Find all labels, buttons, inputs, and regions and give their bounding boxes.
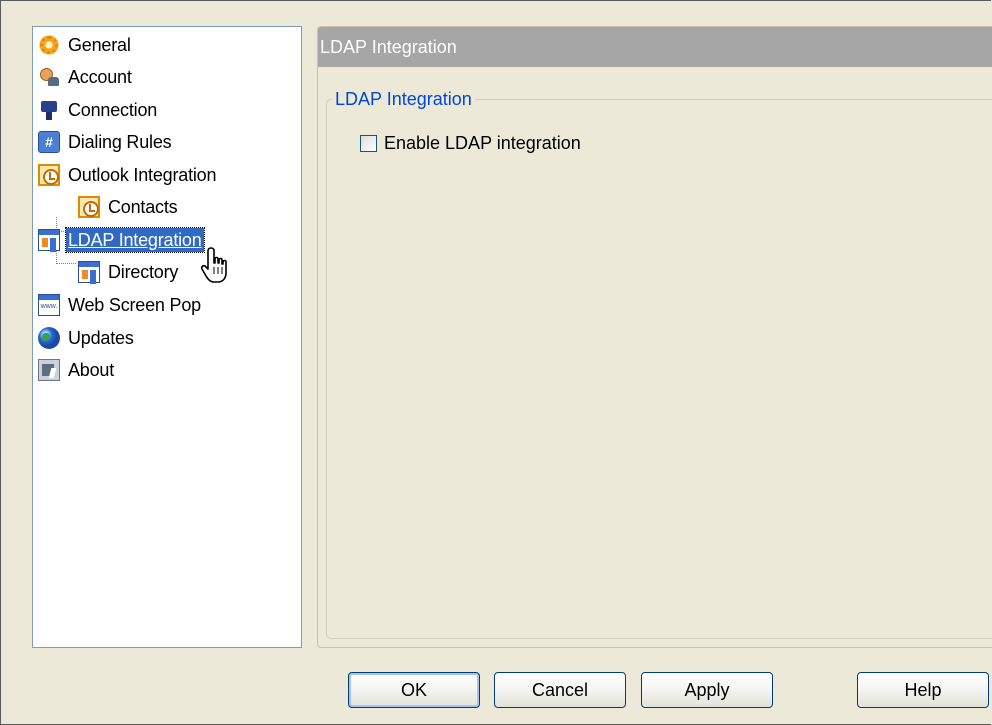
tree-item-contacts[interactable]: Contacts — [78, 193, 179, 221]
tree-item-label: Updates — [68, 328, 134, 348]
tree-item-label: Outlook Integration — [68, 165, 217, 185]
ok-button[interactable]: OK — [348, 672, 480, 708]
tree-item-label: Connection — [68, 100, 158, 120]
tree-item-about[interactable]: About — [38, 356, 116, 384]
tree-item-label: Directory — [108, 262, 179, 282]
account-icon — [38, 66, 60, 88]
ldap-directory-icon — [38, 229, 60, 251]
tree-item-general[interactable]: General — [38, 31, 133, 59]
ldap-directory-icon — [78, 261, 100, 283]
tree-item-label: Account — [68, 67, 132, 87]
outlook-clock-icon — [38, 164, 60, 186]
help-button[interactable]: Help — [857, 672, 989, 708]
tree-item-directory[interactable]: Directory — [78, 258, 180, 286]
tree-item-web-screen-pop[interactable]: www. Web Screen Pop — [38, 291, 203, 319]
tree-item-account[interactable]: Account — [38, 63, 134, 91]
hand-cursor-icon — [200, 247, 227, 283]
groupbox-title: LDAP Integration — [332, 86, 475, 112]
tree-item-updates[interactable]: Updates — [38, 324, 136, 352]
panel-header: LDAP Integration — [318, 27, 992, 67]
enable-ldap-checkbox[interactable] — [360, 134, 377, 152]
settings-content-panel: LDAP Integration LDAP Integration Enable… — [317, 26, 992, 648]
tree-item-label: About — [68, 360, 115, 380]
tree-item-ldap-integration[interactable]: LDAP Integration — [38, 226, 205, 254]
ldap-groupbox — [326, 99, 992, 639]
tree-item-label: Web Screen Pop — [68, 295, 201, 315]
apply-button[interactable]: Apply — [641, 672, 773, 708]
web-page-icon: www. — [38, 294, 60, 316]
gear-icon — [38, 34, 60, 56]
about-icon — [38, 359, 60, 381]
dialing-rules-icon: # — [38, 131, 60, 153]
tree-item-connection[interactable]: Connection — [38, 96, 159, 124]
outlook-clock-icon — [78, 196, 100, 218]
tree-item-label: General — [68, 35, 131, 55]
tree-item-label: Dialing Rules — [68, 132, 172, 152]
enable-ldap-option[interactable]: Enable LDAP integration — [360, 131, 581, 155]
tree-item-outlook-integration[interactable]: Outlook Integration — [38, 161, 218, 189]
settings-tree[interactable]: General Account Connection # Dialing Rul… — [32, 26, 302, 648]
connection-icon — [38, 99, 60, 121]
tree-item-label: Contacts — [108, 197, 178, 217]
tree-connector — [56, 263, 76, 264]
tree-item-dialing-rules[interactable]: # Dialing Rules — [38, 128, 173, 156]
tree-item-label: LDAP Integration — [65, 227, 205, 253]
globe-icon — [38, 327, 60, 349]
cancel-button[interactable]: Cancel — [494, 672, 626, 708]
enable-ldap-label[interactable]: Enable LDAP integration — [384, 133, 581, 154]
